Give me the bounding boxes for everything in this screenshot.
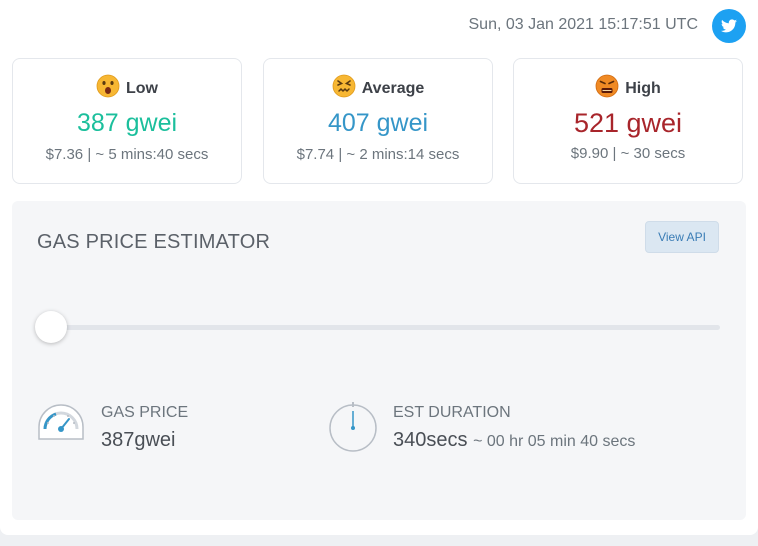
tier-cost-high: $9.90 (570, 145, 609, 162)
tier-meta-high: $9.90 | ~ 30 secs (570, 145, 686, 162)
speedometer-icon (36, 399, 86, 448)
tier-price-high: 521 gwei (573, 108, 683, 138)
view-api-button[interactable]: View API (645, 221, 719, 253)
twitter-button[interactable] (712, 9, 746, 43)
gas-price-slider-thumb[interactable] (35, 311, 67, 343)
tier-label-high: High (625, 79, 661, 97)
est-duration-detail: ~ 00 hr 05 min 40 secs (473, 433, 636, 450)
gas-price-label: GAS PRICE (101, 404, 189, 421)
tier-meta-low: $7.36 | ~ 5 mins:40 secs (45, 146, 209, 163)
stopwatch-icon (328, 399, 378, 458)
estimator-title: GAS PRICE ESTIMATOR (37, 231, 271, 253)
tier-card-low: Low 387 gwei $7.36 | ~ 5 mins:40 secs (12, 58, 242, 184)
tier-cost-average: $7.74 (296, 146, 335, 163)
tier-meta-average: $7.74 | ~ 2 mins:14 secs (296, 146, 460, 163)
tier-label-low: Low (126, 79, 158, 97)
gas-price-slider-track[interactable] (50, 325, 720, 330)
twitter-icon (721, 19, 737, 33)
tier-price-low: 387 gwei (76, 109, 178, 137)
est-duration-seconds: 340secs (393, 429, 468, 451)
tier-cost-low: $7.36 (45, 146, 84, 163)
tier-time-high: ~ 30 secs (620, 145, 686, 162)
gas-price-estimator: GAS PRICE ESTIMATOR View API GAS PRICE 3… (12, 201, 746, 520)
est-duration-value: 340secs ~ 00 hr 05 min 40 secs (393, 429, 635, 452)
tier-time-average: ~ 2 mins:14 secs (346, 146, 460, 163)
tier-price-average: 407 gwei (327, 109, 429, 137)
gas-price-value: 387gwei (101, 429, 176, 451)
cursing-face-icon (595, 74, 619, 103)
confounded-face-icon (332, 74, 356, 103)
tier-card-average: Average 407 gwei $7.74 | ~ 2 mins:14 sec… (263, 58, 493, 184)
astonished-face-icon (96, 74, 120, 103)
timestamp: Sun, 03 Jan 2021 15:17:51 UTC (468, 16, 699, 33)
tier-label-average: Average (361, 79, 425, 97)
est-duration-label: EST DURATION (393, 404, 511, 421)
tier-card-high: High 521 gwei $9.90 | ~ 30 secs (513, 58, 743, 184)
tier-time-low: ~ 5 mins:40 secs (95, 146, 209, 163)
